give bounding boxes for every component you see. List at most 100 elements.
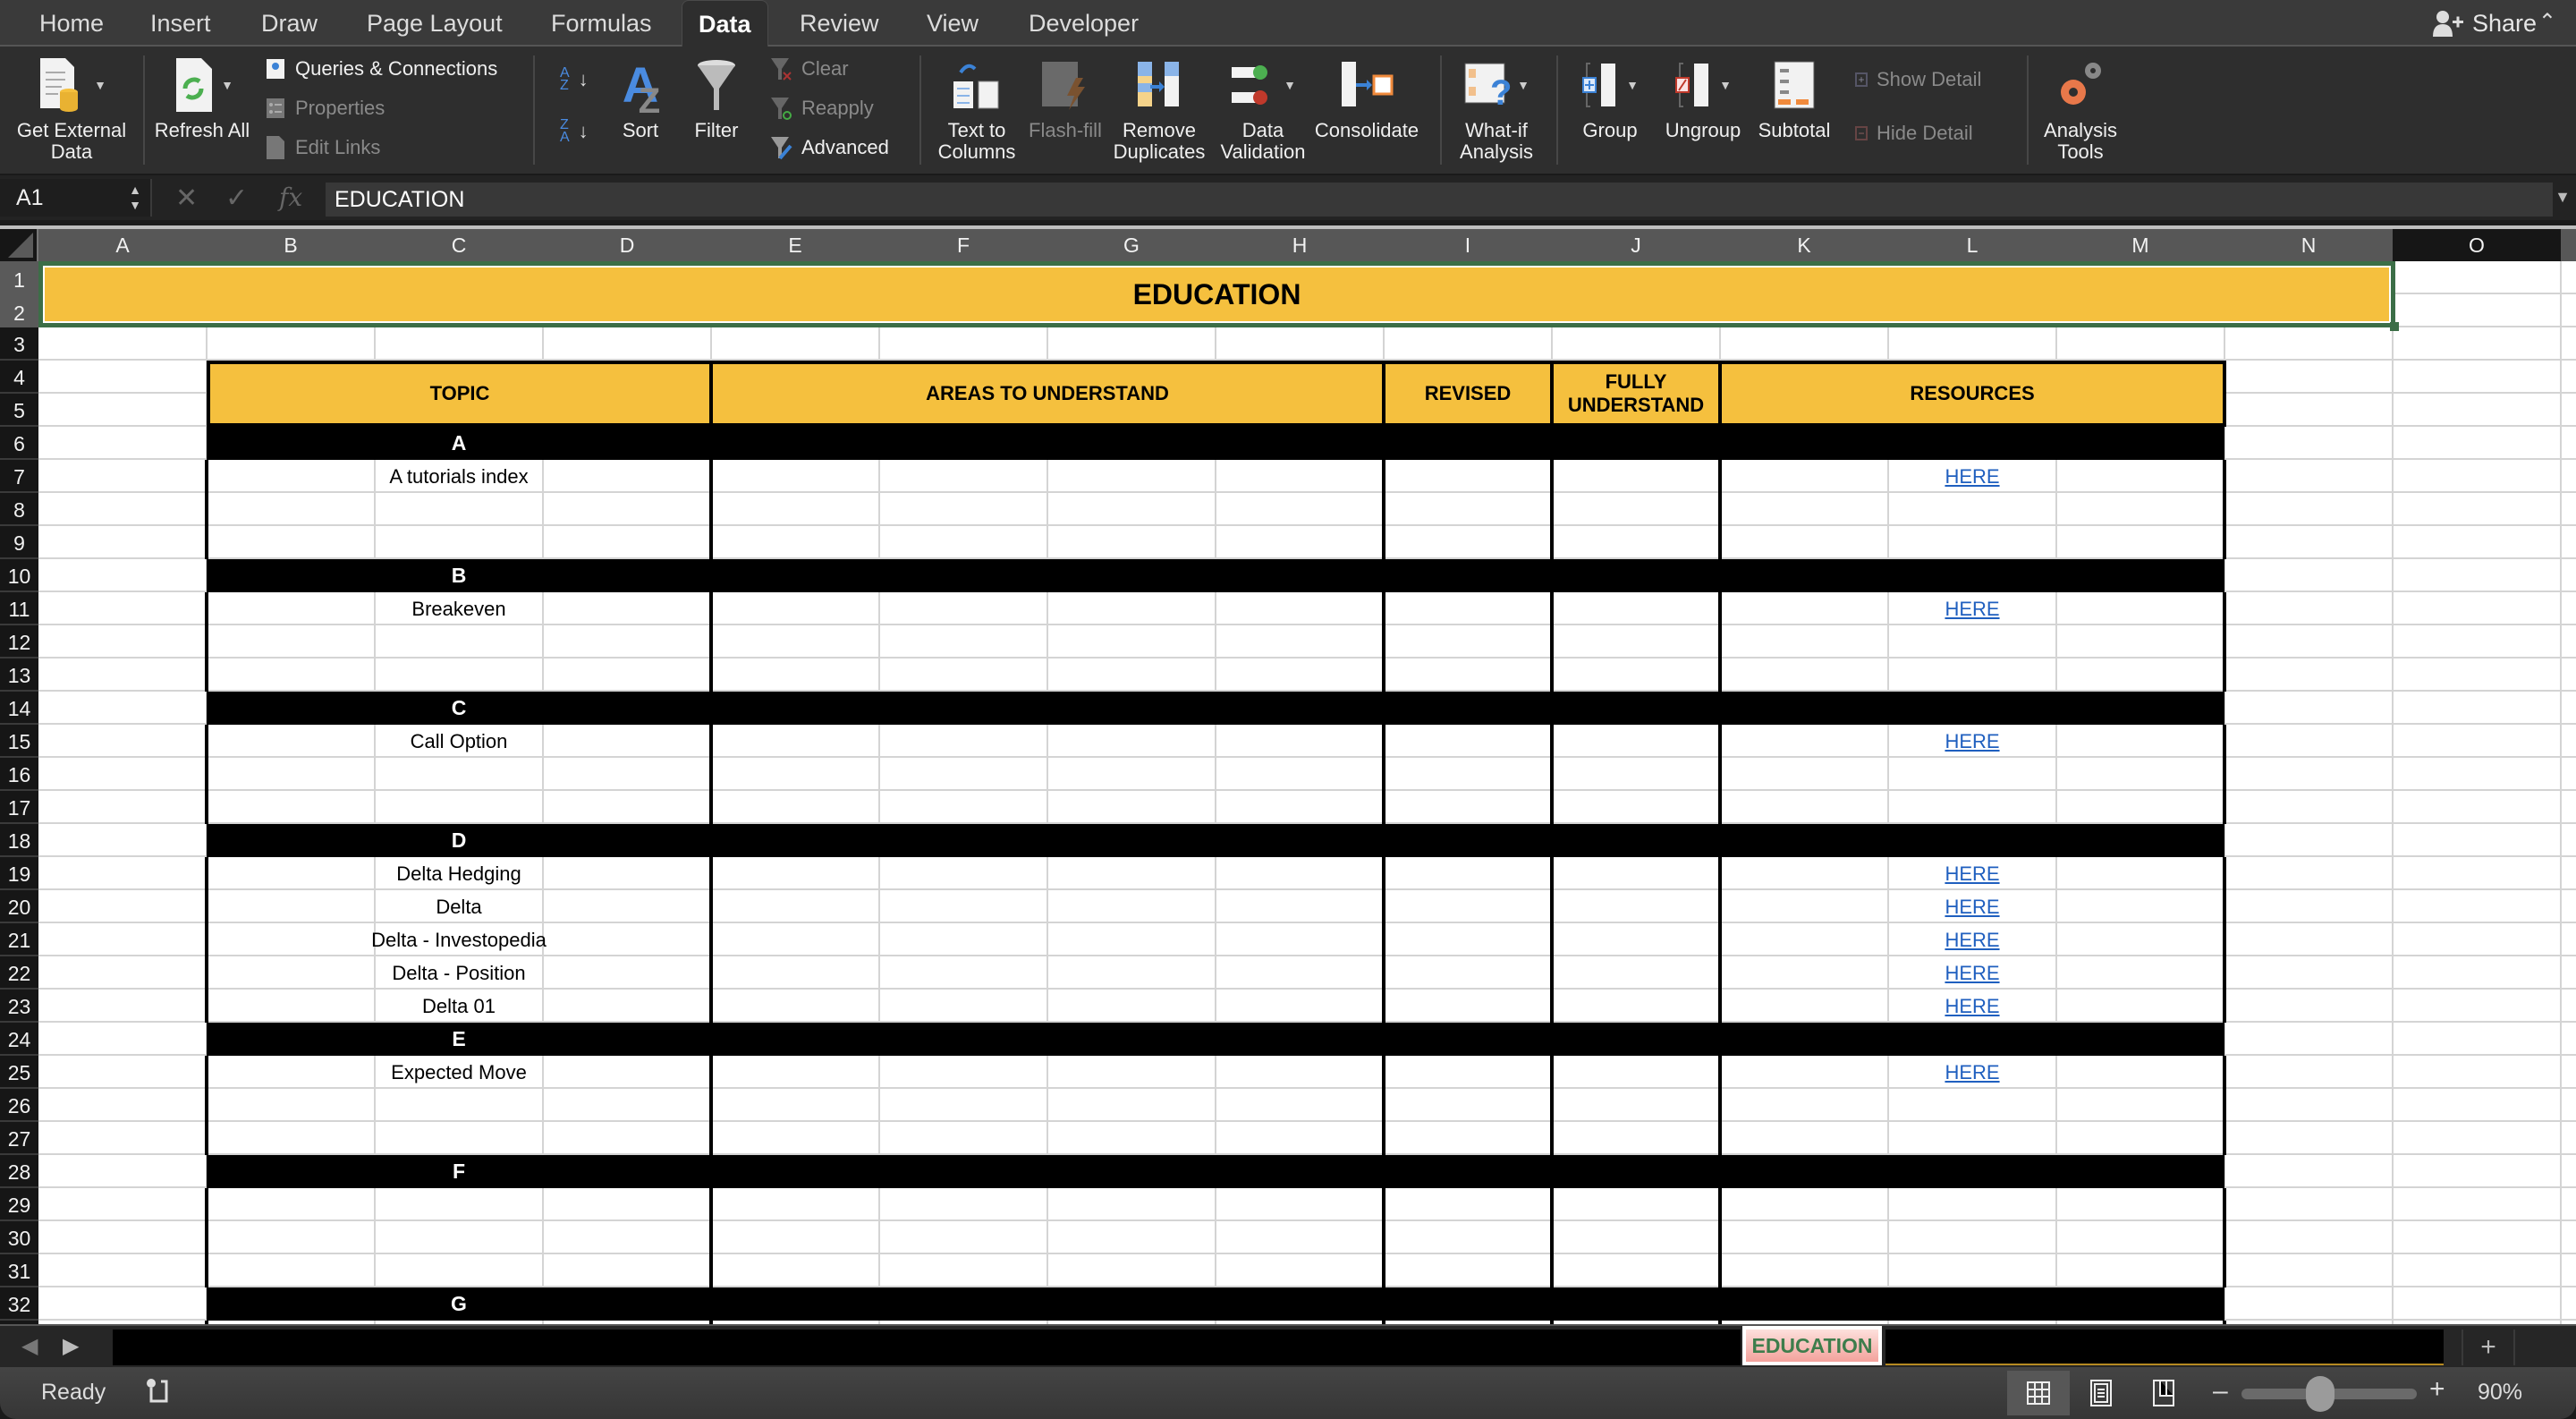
revised-cell[interactable] <box>1384 1089 1552 1122</box>
clear-filter-button[interactable]: Clear <box>769 54 849 84</box>
row-header-27[interactable]: 27 <box>0 1122 38 1155</box>
areas-cell[interactable] <box>711 857 1384 890</box>
share-button[interactable]: Share <box>2432 0 2537 47</box>
tab-developer[interactable]: Developer <box>1013 0 1155 47</box>
get-external-data-button[interactable]: ▼ Get External Data <box>9 55 134 163</box>
resource-cell[interactable] <box>1720 791 2224 824</box>
reapply-button[interactable]: Reapply <box>769 93 874 123</box>
row-header-26[interactable]: 26 <box>0 1089 38 1122</box>
row-header-21[interactable]: 21 <box>0 923 38 956</box>
fully-understand-cell[interactable] <box>1552 1122 1720 1155</box>
fully-understand-cell[interactable] <box>1552 1221 1720 1254</box>
revised-cell[interactable] <box>1384 990 1552 1023</box>
resource-link[interactable]: HERE <box>1945 598 1999 621</box>
subtotal-button[interactable]: Subtotal <box>1751 55 1837 141</box>
topic-cell[interactable] <box>207 1089 711 1122</box>
sheet-tab-education[interactable]: EDUCATION <box>1742 1326 1882 1365</box>
row-header-24[interactable]: 24 <box>0 1023 38 1056</box>
topic-cell[interactable] <box>207 791 711 824</box>
sort-z-to-a-button[interactable]: Z A ↓ <box>560 116 589 147</box>
topic-cell[interactable] <box>207 1188 711 1221</box>
revised-cell[interactable] <box>1384 659 1552 692</box>
topic-cell[interactable]: Delta - Investopedia <box>207 923 711 956</box>
row-header-17[interactable]: 17 <box>0 791 38 824</box>
resource-cell[interactable]: HERE <box>1720 857 2224 890</box>
resource-link[interactable]: HERE <box>1945 962 1999 985</box>
expand-formula-bar-icon[interactable]: ▼ <box>2555 188 2571 207</box>
revised-cell[interactable] <box>1384 625 1552 659</box>
column-header-g[interactable]: G <box>1047 229 1216 261</box>
row-header-32[interactable]: 32 <box>0 1287 38 1321</box>
worksheet-grid[interactable]: ABCDEFGHIJKLMNO 1 2 3 4 5 6 7 8 9 10 11 12 13 14 15 16 1… <box>0 225 2576 1324</box>
zoom-slider[interactable] <box>2241 1376 2417 1412</box>
column-header-b[interactable]: B <box>207 229 375 261</box>
what-if-analysis-button[interactable]: ? ▼ What-if Analysis <box>1447 55 1546 163</box>
previous-sheet-icon[interactable]: ◀ <box>21 1333 38 1359</box>
row-header-3[interactable]: 3 <box>0 327 38 361</box>
row-header-7[interactable]: 7 <box>0 460 38 493</box>
fully-understand-cell[interactable] <box>1552 791 1720 824</box>
tab-data[interactable]: Data <box>682 0 768 47</box>
topic-cell[interactable] <box>207 625 711 659</box>
topic-cell[interactable]: Delta <box>207 890 711 923</box>
row-header-11[interactable]: 11 <box>0 592 38 625</box>
resource-cell[interactable] <box>1720 526 2224 559</box>
revised-cell[interactable] <box>1384 1056 1552 1089</box>
consolidate-button[interactable]: Consolidate <box>1311 55 1422 141</box>
areas-cell[interactable] <box>711 1221 1384 1254</box>
data-validation-button[interactable]: ▼ Data Validation <box>1213 55 1313 163</box>
topic-cell[interactable]: Expected Move <box>207 1056 711 1089</box>
fully-understand-cell[interactable] <box>1552 956 1720 990</box>
resource-cell[interactable] <box>1720 493 2224 526</box>
row-header-29[interactable]: 29 <box>0 1188 38 1221</box>
revised-cell[interactable] <box>1384 725 1552 758</box>
fully-understand-cell[interactable] <box>1552 460 1720 493</box>
advanced-filter-button[interactable]: Advanced <box>769 132 889 163</box>
title-banner[interactable]: EDUCATION <box>38 261 2395 327</box>
row-header-12[interactable]: 12 <box>0 625 38 659</box>
fully-understand-cell[interactable] <box>1552 923 1720 956</box>
fully-understand-cell[interactable] <box>1552 990 1720 1023</box>
row-header-8[interactable]: 8 <box>0 493 38 526</box>
tab-page-layout[interactable]: Page Layout <box>351 0 519 47</box>
revised-cell[interactable] <box>1384 758 1552 791</box>
fill-handle[interactable] <box>2390 322 2399 331</box>
zoom-in-button[interactable]: + <box>2429 1374 2445 1405</box>
fully-understand-cell[interactable] <box>1552 1089 1720 1122</box>
revised-cell[interactable] <box>1384 1188 1552 1221</box>
flash-fill-button[interactable]: Flash-fill <box>1023 55 1107 141</box>
revised-cell[interactable] <box>1384 1254 1552 1287</box>
fully-understand-cell[interactable] <box>1552 1254 1720 1287</box>
areas-cell[interactable] <box>711 592 1384 625</box>
revised-cell[interactable] <box>1384 1221 1552 1254</box>
resource-link[interactable]: HERE <box>1945 465 1999 489</box>
record-macro-icon[interactable] <box>145 1378 170 1405</box>
areas-cell[interactable] <box>711 923 1384 956</box>
column-header-f[interactable]: F <box>879 229 1047 261</box>
show-detail-button[interactable]: + Show Detail <box>1855 64 1981 95</box>
group-button[interactable]: ▼ Group <box>1569 55 1651 141</box>
fully-understand-cell[interactable] <box>1552 493 1720 526</box>
select-all-button[interactable] <box>0 229 38 261</box>
row-header-22[interactable]: 22 <box>0 956 38 990</box>
queries-connections-button[interactable]: Queries & Connections <box>265 54 497 84</box>
resource-cell[interactable]: HERE <box>1720 725 2224 758</box>
topic-cell[interactable]: Delta 01 <box>207 990 711 1023</box>
revised-cell[interactable] <box>1384 460 1552 493</box>
refresh-all-button[interactable]: ▼ Refresh All <box>154 55 250 141</box>
properties-button[interactable]: Properties <box>265 93 385 123</box>
row-header-23[interactable]: 23 <box>0 990 38 1023</box>
row-header-31[interactable]: 31 <box>0 1254 38 1287</box>
topic-cell[interactable]: Breakeven <box>207 592 711 625</box>
fully-understand-cell[interactable] <box>1552 1056 1720 1089</box>
filter-button[interactable]: Filter <box>685 55 748 141</box>
row-header-18[interactable]: 18 <box>0 824 38 857</box>
row-header-5[interactable]: 5 <box>0 394 38 427</box>
topic-cell[interactable] <box>207 1254 711 1287</box>
add-sheet-button[interactable]: + <box>2462 1330 2515 1365</box>
areas-cell[interactable] <box>711 890 1384 923</box>
resource-link[interactable]: HERE <box>1945 862 1999 886</box>
column-header-e[interactable]: E <box>711 229 879 261</box>
topic-cell[interactable] <box>207 659 711 692</box>
topic-cell[interactable]: A tutorials index <box>207 460 711 493</box>
